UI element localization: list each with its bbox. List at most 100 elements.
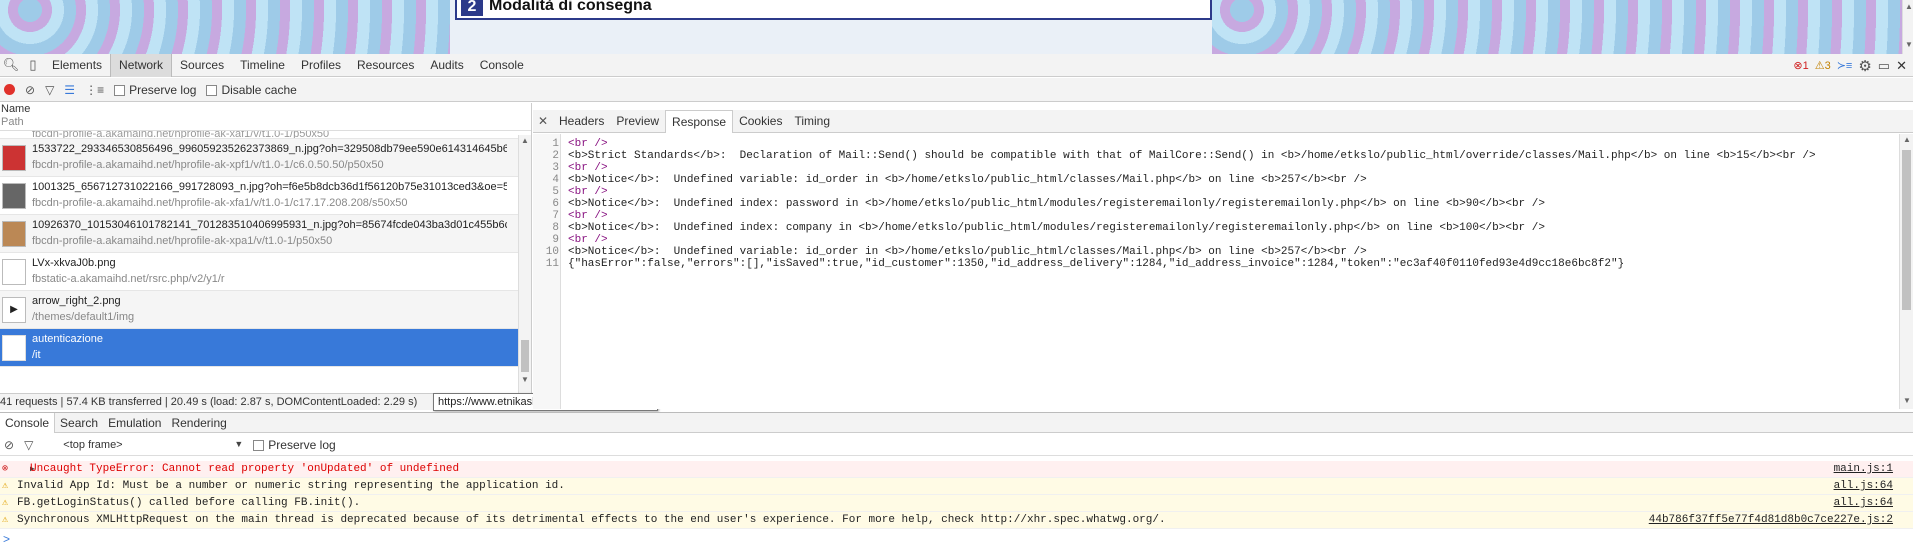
close-icon[interactable]: ✕ — [533, 114, 553, 128]
tab-timing[interactable]: Timing — [788, 110, 836, 133]
warning-count: 3 — [1824, 60, 1831, 72]
section-number: 2 — [461, 0, 483, 16]
scroll-down-arrow-icon[interactable]: ▼ — [1903, 396, 1911, 405]
console-toolbar: ⊘ ▽ <top frame> ▼ Preserve log — [0, 434, 1913, 456]
tab-profiles[interactable]: Profiles — [293, 54, 349, 77]
settings-gear-icon[interactable]: ⚙ — [1858, 57, 1871, 75]
section-title: Modalità di consegna — [489, 0, 652, 14]
image-thumbnail — [2, 145, 26, 171]
response-scrollbar[interactable]: ▲ ▼ — [1899, 134, 1913, 409]
line-number: 5 — [552, 186, 559, 198]
request-row[interactable]: 1533722_293346530856496_9960592352623738… — [0, 139, 531, 177]
frame-select[interactable]: <top frame> ▼ — [43, 439, 243, 451]
console-source-link[interactable]: all.js:64 — [1834, 495, 1893, 512]
tab-timeline[interactable]: Timeline — [232, 54, 293, 77]
console-source-link[interactable]: 44b786f37ff5e77f4d81d8b0c7ce227e.js:2 — [1649, 512, 1893, 529]
tab-audits[interactable]: Audits — [422, 54, 471, 77]
request-name: arrow_right_2.png — [32, 295, 121, 307]
tab-elements[interactable]: Elements — [44, 54, 110, 77]
scroll-up-arrow-icon[interactable]: ▲ — [521, 136, 529, 145]
tab-preview[interactable]: Preview — [610, 110, 665, 133]
request-list-scrollbar[interactable]: ▲ ▼ — [518, 135, 531, 410]
devtools-status-area: ⊗1 ⚠3 ≻≡ ⚙ ▭ ✕ — [1793, 54, 1907, 77]
console-source-link[interactable]: main.js:1 — [1834, 461, 1893, 478]
tab-network[interactable]: Network — [110, 53, 173, 77]
disable-cache-box[interactable] — [206, 84, 218, 96]
scrollbar-thumb[interactable] — [521, 340, 529, 372]
inspect-icon[interactable]: 🔍︎ — [0, 57, 22, 73]
clear-console-icon[interactable]: ⊘ — [4, 438, 14, 452]
tab-search[interactable]: Search — [55, 413, 103, 433]
preserve-log-checkbox[interactable]: Preserve log — [114, 83, 196, 97]
error-icon: ⊗ — [2, 464, 9, 475]
large-rows-icon[interactable]: ☰ — [64, 83, 75, 97]
clear-icon[interactable]: ⊘ — [25, 83, 35, 97]
response-body[interactable]: 1 2 3 4 5 6 7 8 9 10 11 <br /> <b>Strict… — [533, 134, 1899, 409]
request-row-selected[interactable]: autenticazione /it — [0, 329, 531, 367]
scroll-up-arrow-icon[interactable]: ▲ — [1903, 135, 1911, 144]
tab-console-drawer[interactable]: Console — [0, 412, 56, 433]
request-row[interactable]: ▶ arrow_right_2.png /themes/default1/img — [0, 291, 531, 329]
console-preserve-log-checkbox[interactable]: Preserve log — [253, 438, 336, 452]
scroll-up-arrow-icon[interactable]: ▲ — [1905, 2, 1913, 11]
scrollbar-thumb[interactable] — [1902, 150, 1911, 310]
request-row-partial[interactable]: fbcdn-profile-a.akamaihd.net/hprofile-ak… — [0, 131, 531, 139]
warning-count-badge[interactable]: ⚠3 — [1815, 59, 1831, 72]
code-line: <br /> — [568, 138, 608, 150]
tab-resources[interactable]: Resources — [349, 54, 422, 77]
request-path-partial: fbcdn-profile-a.akamaihd.net/hprofile-ak… — [32, 131, 330, 139]
close-devtools-icon[interactable]: ✕ — [1896, 58, 1907, 74]
code-line: <b>Notice</b>: Undefined index: password… — [568, 198, 1545, 210]
console-message-text: Synchronous XMLHttpRequest on the main t… — [17, 514, 1166, 526]
line-number: 6 — [552, 198, 559, 210]
line-number-gutter: 1 2 3 4 5 6 7 8 9 10 11 — [533, 134, 561, 409]
response-tabbar: ✕ Headers Preview Response Cookies Timin… — [533, 109, 1913, 133]
console-source-link[interactable]: all.js:64 — [1834, 478, 1893, 495]
record-icon[interactable] — [4, 84, 15, 95]
scroll-down-arrow-icon[interactable]: ▼ — [1905, 40, 1913, 49]
warning-icon: ⚠ — [2, 498, 9, 509]
page-viewport: 2 Modalità di consegna ▲ ▼ — [0, 0, 1913, 54]
request-row[interactable]: LVx-xkvaJ0b.png fbstatic-a.akamaihd.net/… — [0, 253, 531, 291]
console-preserve-log-box[interactable] — [253, 439, 265, 451]
code-line: <b>Notice</b>: Undefined variable: id_or… — [568, 246, 1367, 258]
overview-icon[interactable]: ⋮≡ — [85, 83, 104, 97]
console-message-error: ⊗ ▶ Uncaught TypeError: Cannot read prop… — [0, 461, 1913, 478]
code-line: <br /> — [568, 210, 608, 222]
tab-cookies[interactable]: Cookies — [733, 110, 788, 133]
request-row[interactable]: 1001325_656712731022166_991728093_n.jpg?… — [0, 177, 531, 215]
tab-response[interactable]: Response — [665, 109, 734, 133]
request-path: fbstatic-a.akamaihd.net/rsrc.php/v2/y1/r — [32, 273, 225, 285]
tab-emulation[interactable]: Emulation — [103, 413, 166, 433]
filter-icon[interactable]: ▽ — [45, 83, 54, 97]
request-list-header[interactable]: Name Path — [0, 103, 531, 131]
filter-icon[interactable]: ▽ — [24, 438, 33, 452]
line-number: 3 — [552, 162, 559, 174]
disable-cache-checkbox[interactable]: Disable cache — [206, 83, 297, 97]
code-line: <br /> — [568, 162, 608, 174]
tab-console[interactable]: Console — [472, 54, 532, 77]
device-mode-icon[interactable]: ▯ — [22, 57, 44, 73]
console-prompt[interactable]: > — [3, 532, 10, 546]
devtools-tabbar: 🔍︎ ▯ Elements Network Sources Timeline P… — [0, 53, 1913, 77]
scroll-down-arrow-icon[interactable]: ▼ — [521, 375, 529, 384]
console-message-text: Uncaught TypeError: Cannot read property… — [30, 463, 460, 475]
image-thumbnail — [2, 221, 26, 247]
console-drawer-icon[interactable]: ≻≡ — [1837, 59, 1853, 72]
page-scrollbar[interactable]: ▲ ▼ — [1902, 0, 1913, 54]
preserve-log-box[interactable] — [114, 84, 126, 96]
line-number: 11 — [545, 258, 559, 270]
tab-sources[interactable]: Sources — [172, 54, 232, 77]
tab-headers[interactable]: Headers — [553, 110, 610, 133]
warning-icon: ⚠ — [2, 481, 9, 492]
request-row[interactable]: 10926370_10153046101782141_7012835104069… — [0, 215, 531, 253]
line-number: 4 — [552, 174, 559, 186]
error-count-badge[interactable]: ⊗1 — [1793, 59, 1808, 72]
error-count: 1 — [1802, 60, 1809, 72]
preserve-log-label: Preserve log — [129, 82, 197, 97]
tab-rendering[interactable]: Rendering — [166, 413, 231, 433]
dock-side-icon[interactable]: ▭ — [1878, 58, 1890, 74]
column-path: Path — [1, 116, 24, 128]
request-path: fbcdn-profile-a.akamaihd.net/hprofile-ak… — [32, 159, 384, 171]
console-message-text: FB.getLoginStatus() called before callin… — [17, 497, 361, 509]
